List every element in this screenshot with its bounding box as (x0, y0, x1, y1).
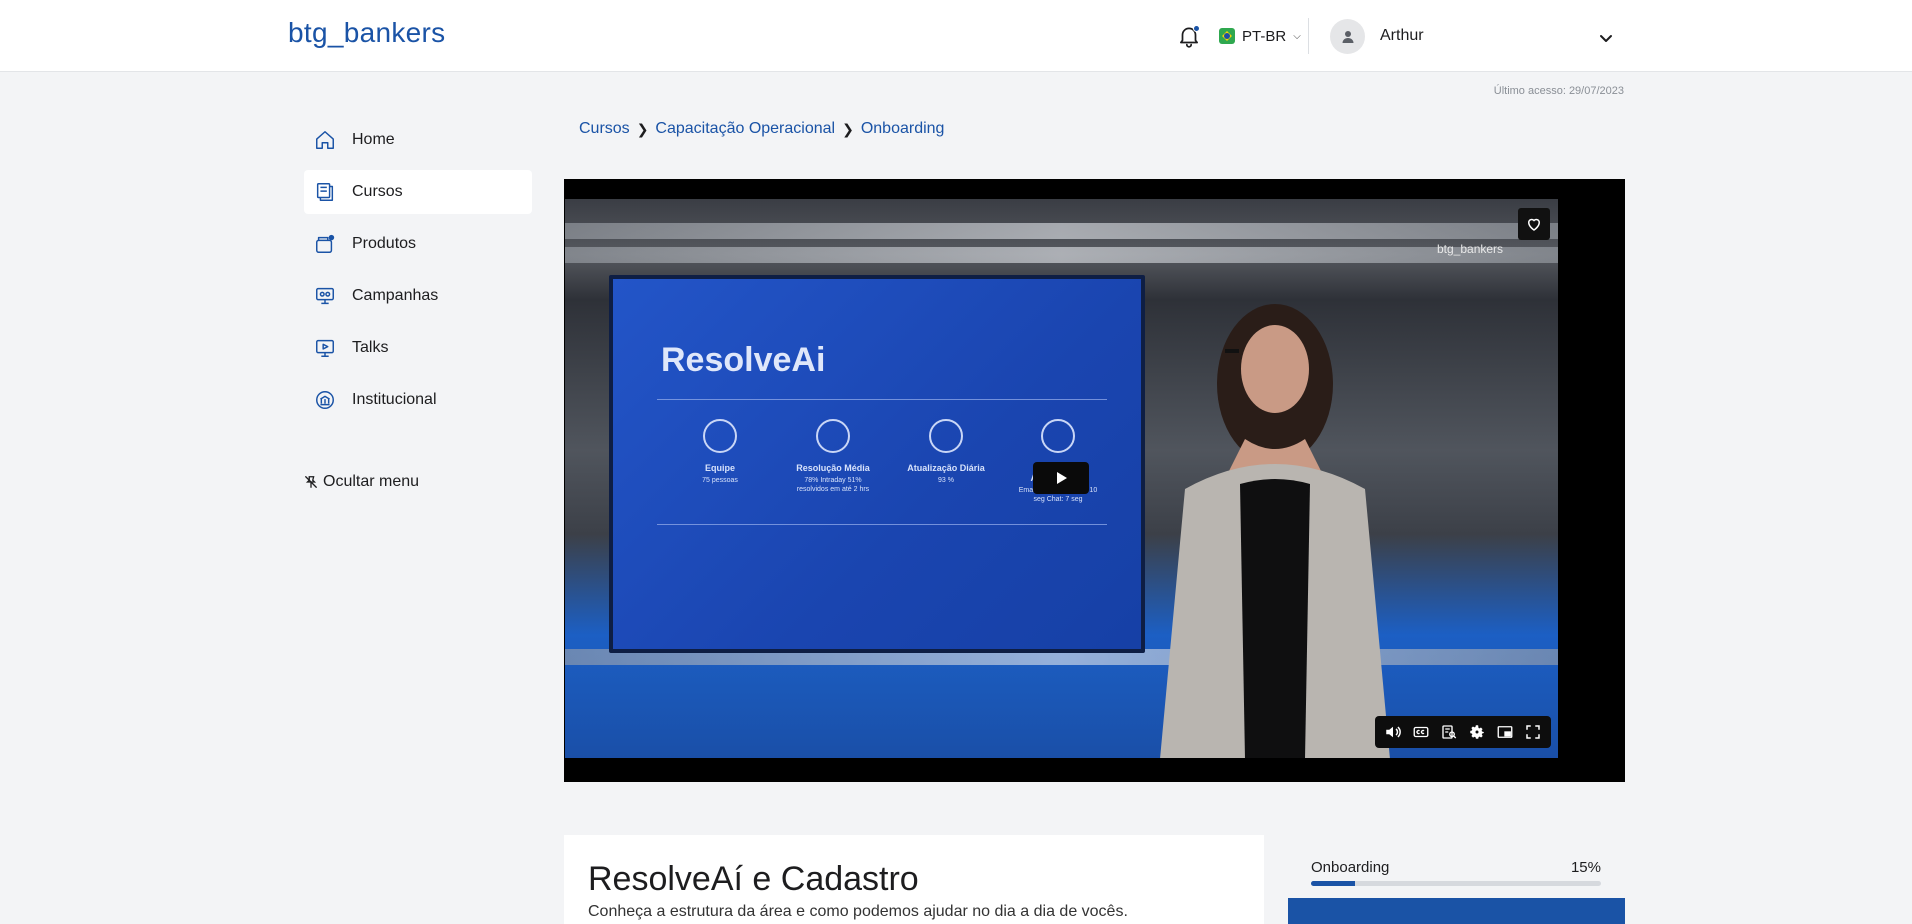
sidebar-item-home[interactable]: Home (304, 118, 532, 162)
sidebar-item-talks[interactable]: Talks (304, 326, 532, 370)
presenter-figure (1160, 304, 1390, 758)
slide-divider (657, 524, 1107, 525)
lesson-description: Conheça a estrutura da área e como podem… (588, 903, 1128, 920)
top-bar: btg_bankers PT-BR ⌵ Arthur (0, 0, 1912, 72)
refresh-24-icon (929, 419, 963, 453)
slide-stat: Equipe 75 pessoas (675, 419, 765, 485)
home-icon (316, 131, 334, 149)
volume-icon[interactable] (1382, 721, 1404, 743)
slide-title: ResolveAi (661, 341, 826, 379)
slide-stat-title: Resolução Média (796, 463, 870, 473)
module-list-item-active[interactable] (1288, 898, 1625, 924)
lesson-card: ResolveAí e Cadastro Conheça a estrutura… (564, 835, 1264, 924)
clock-icon (816, 419, 850, 453)
campaigns-icon (316, 287, 334, 305)
play-button[interactable] (1033, 462, 1089, 494)
envelope-icon (1041, 419, 1075, 453)
breadcrumb-item-cursos[interactable]: Cursos (579, 120, 630, 138)
breadcrumb-item-capacitacao[interactable]: Capacitação Operacional (655, 120, 835, 138)
slide-stat-title: Atualização Diária (907, 463, 985, 473)
language-label: PT-BR (1242, 27, 1287, 45)
hide-menu-button[interactable]: Ocultar menu (304, 473, 419, 491)
progress-label: Onboarding (1311, 859, 1390, 876)
course-progress: Onboarding 15% (1311, 859, 1601, 886)
video-frame-image[interactable]: ResolveAi Equipe 75 pessoas Resolução Mé… (565, 199, 1558, 758)
video-player[interactable]: ResolveAi Equipe 75 pessoas Resolução Mé… (564, 179, 1625, 782)
breadcrumb-item-onboarding[interactable]: Onboarding (861, 120, 945, 138)
breadcrumb: Cursos ❯ Capacitação Operacional ❯ Onboa… (579, 120, 944, 138)
header-divider (1308, 18, 1309, 54)
studio-light-stripe (565, 247, 1558, 263)
sidebar-item-label: Institucional (352, 391, 437, 408)
sidebar-item-label: Produtos (352, 235, 417, 252)
brand-logo[interactable]: btg_bankers (288, 17, 445, 49)
brazil-flag-icon (1219, 28, 1235, 44)
sidebar-item-institucional[interactable]: Institucional (304, 378, 532, 422)
slide-stat-sub: 75 pessoas (702, 477, 738, 484)
sidebar-item-label: Home (352, 131, 395, 148)
language-selector[interactable]: PT-BR ⌵ (1219, 24, 1301, 48)
slide-stat-sub: 93 % (938, 477, 954, 484)
studio-light-stripe (565, 223, 1558, 239)
user-menu-chevron-icon[interactable] (1596, 28, 1616, 48)
sidebar-nav: Home Cursos Produtos Campanhas Talks Ins… (304, 118, 532, 430)
user-avatar[interactable] (1330, 19, 1365, 54)
slide-stat-sub: 78% Intraday 51% resolvidos em até 2 hrs (796, 477, 870, 493)
sidebar-item-campanhas[interactable]: Campanhas (304, 274, 532, 318)
slide-divider (657, 399, 1107, 400)
pin-off-icon (305, 476, 317, 488)
video-watermark: btg_bankers (1437, 242, 1504, 256)
team-icon (703, 419, 737, 453)
sidebar-item-label: Talks (352, 339, 389, 356)
products-icon (316, 234, 335, 253)
sidebar-item-label: Cursos (352, 183, 403, 200)
chevron-down-icon: ⌵ (1293, 30, 1301, 42)
settings-gear-icon[interactable] (1466, 721, 1488, 743)
progress-percent: 15% (1570, 859, 1601, 876)
sidebar-item-label: Campanhas (352, 287, 439, 304)
video-controls (1375, 716, 1551, 748)
slide-stat: Atualização Diária 93 % (901, 419, 991, 485)
sidebar-item-produtos[interactable]: Produtos (304, 222, 532, 266)
notifications-bell-icon[interactable] (1176, 23, 1202, 49)
talks-icon (316, 339, 334, 357)
chevron-right-icon: ❯ (842, 120, 854, 137)
heart-icon (1527, 218, 1541, 231)
lesson-title: ResolveAí e Cadastro (588, 860, 919, 898)
progress-bar (1311, 881, 1601, 886)
institutional-icon (316, 391, 334, 409)
hide-menu-label: Ocultar menu (323, 473, 420, 490)
slide-stat: Resolução Média 78% Intraday 51% resolvi… (788, 419, 878, 494)
slide-stat-title: Equipe (704, 463, 735, 473)
captions-icon[interactable] (1410, 721, 1432, 743)
progress-bar-fill (1311, 881, 1355, 886)
favorite-button[interactable] (1518, 208, 1550, 240)
picture-in-picture-icon[interactable] (1494, 721, 1516, 743)
notification-dot (1193, 25, 1200, 32)
courses-icon (316, 183, 334, 201)
last-access-text: Último acesso: 29/07/2023 (1493, 85, 1624, 97)
transcript-icon[interactable] (1438, 721, 1460, 743)
play-icon (1057, 472, 1067, 484)
user-name[interactable]: Arthur (1380, 27, 1424, 45)
sidebar-item-cursos[interactable]: Cursos (304, 170, 532, 214)
user-icon (1342, 30, 1353, 43)
fullscreen-icon[interactable] (1522, 721, 1544, 743)
chevron-right-icon: ❯ (636, 120, 649, 137)
